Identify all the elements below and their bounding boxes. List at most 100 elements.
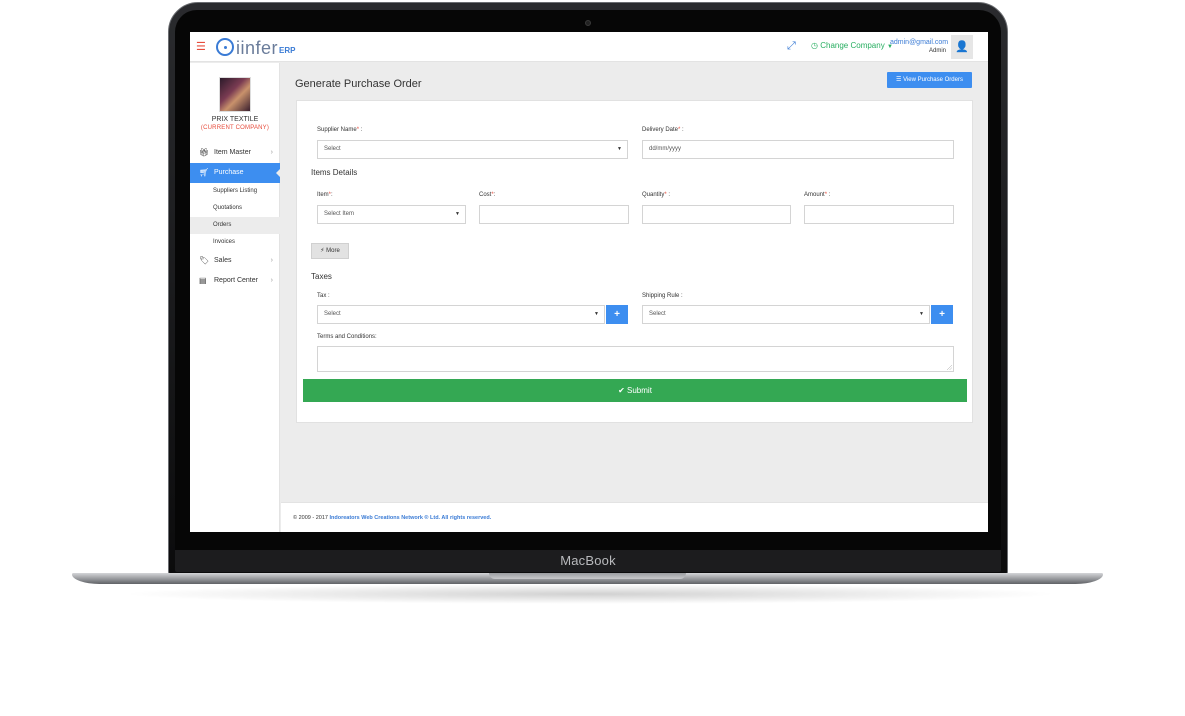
terms-textarea[interactable] (317, 346, 954, 372)
item-text: Item (317, 192, 329, 198)
user-info[interactable]: admin@gmail.com Admin (890, 38, 949, 55)
page-title: Generate Purchase Order (295, 78, 422, 90)
add-tax-button[interactable]: + (606, 305, 628, 324)
delivery-date-label: Delivery Date* : (642, 127, 684, 133)
items-details-heading: Items Details (311, 168, 358, 177)
shipping-rule-select[interactable]: Select ▼ (642, 305, 930, 324)
taxes-heading: Taxes (311, 272, 332, 281)
company-avatar (219, 77, 251, 112)
menu-icon[interactable]: ☰ (196, 41, 206, 53)
more-label: More (326, 248, 340, 254)
purchase-order-form: Supplier Name* : Select ▼ Delivery Date*… (296, 100, 973, 423)
caret-down-icon: ▼ (617, 146, 622, 152)
caret-down-icon: ▼ (594, 311, 599, 317)
user-email: admin@gmail.com (890, 39, 949, 46)
top-bar: ☰ iinfer ERP ⤢ ◷ Change Company ▼ admin@… (190, 32, 988, 62)
logo-text: iinfer (236, 38, 279, 58)
footer: © 2009 - 2017 Indoreators Web Creations … (281, 502, 988, 532)
required-marker: * (328, 192, 332, 198)
check-icon: ✔ (618, 386, 625, 395)
fullscreen-icon[interactable]: ⤢ (787, 40, 796, 53)
tax-value: Select (324, 311, 341, 317)
quantity-label: Quantity* : (642, 192, 671, 198)
supplier-name-select[interactable]: Select ▼ (317, 140, 628, 159)
delivery-date-input[interactable]: dd/mm/yyyy (642, 140, 954, 159)
logo-mark (216, 38, 234, 56)
more-button[interactable]: ⚡︎ More (311, 243, 349, 259)
quantity-text: Quantity (642, 192, 665, 198)
sidebar-item-label: Purchase (214, 169, 244, 176)
sidebar-subitem-suppliers-listing[interactable]: Suppliers Listing (190, 183, 280, 200)
supplier-name-value: Select (324, 146, 341, 152)
required-marker: * (356, 127, 360, 133)
cost-input[interactable] (479, 205, 629, 224)
app-logo[interactable]: iinfer ERP (216, 35, 295, 59)
laptop-notch (489, 573, 686, 579)
sidebar-item-label: Report Center (214, 277, 258, 284)
amount-label: Amount* : (804, 192, 831, 198)
caret-down-icon: ▼ (919, 311, 924, 317)
cost-label: Cost*: (479, 192, 496, 198)
footer-copyright: © 2009 - 2017 (293, 515, 328, 521)
sidebar-nav: 🎁︎ Item Master › 🛒︎ Purchase Suppliers L… (190, 143, 281, 291)
bar-chart-icon: ▤ (199, 276, 207, 285)
caret-down-icon: ▼ (455, 211, 460, 217)
gift-icon: 🎁︎ (199, 148, 210, 157)
shipping-rule-value: Select (649, 311, 666, 317)
logo-suffix: ERP (279, 46, 296, 55)
item-select[interactable]: Select Item ▼ (317, 205, 466, 224)
footer-company-link[interactable]: Indoreators Web Creations Network ® Ltd.… (329, 515, 491, 521)
submit-label: Submit (627, 386, 652, 395)
change-company-label: Change Company (820, 41, 885, 50)
company-status: (CURRENT COMPANY) (200, 125, 270, 131)
supplier-name-label: Supplier Name* : (317, 127, 363, 133)
quantity-input[interactable] (642, 205, 791, 224)
tax-select[interactable]: Select ▼ (317, 305, 605, 324)
amount-input[interactable] (804, 205, 954, 224)
cart-icon: 🛒︎ (199, 168, 210, 177)
chevron-right-icon: › (270, 257, 273, 264)
laptop-mockup: MacBook ☰ iinfer ERP ⤢ ◷ Change Company … (0, 0, 1185, 716)
sidebar-subitem-quotations[interactable]: Quotations (190, 200, 280, 217)
user-role: Admin (928, 48, 946, 54)
device-brand: MacBook (560, 553, 616, 568)
terms-label: Terms and Conditions: (317, 334, 377, 340)
user-icon[interactable]: 👤 (951, 35, 973, 59)
sidebar-subitem-orders[interactable]: Orders (190, 217, 280, 234)
clock-icon: ◷ (811, 41, 818, 50)
tag-icon: 🏷︎ (199, 256, 210, 265)
required-marker: * (678, 127, 681, 133)
add-shipping-rule-button[interactable]: + (931, 305, 953, 324)
laptop-shadow (120, 584, 1060, 604)
sidebar-subitem-invoices[interactable]: Invoices (190, 234, 280, 251)
required-marker: * (824, 192, 828, 198)
camera-icon (585, 20, 591, 26)
sidebar-item-report-center[interactable]: ▤ Report Center › (190, 271, 280, 291)
main-content: Generate Purchase Order ☰ View Purchase … (281, 63, 988, 502)
submit-button[interactable]: ✔ Submit (303, 379, 967, 402)
change-company-dropdown[interactable]: ◷ Change Company ▼ (811, 41, 893, 50)
sidebar-item-purchase[interactable]: 🛒︎ Purchase (190, 163, 281, 183)
tax-label: Tax : (317, 293, 330, 299)
sidebar-item-item-master[interactable]: 🎁︎ Item Master › (190, 143, 280, 163)
delivery-date-text: Delivery Date (642, 127, 679, 133)
amount-text: Amount (804, 192, 825, 198)
chevron-right-icon: › (270, 277, 273, 284)
sidebar: PRIX TEXTILE (CURRENT COMPANY) 🎁︎ Item M… (190, 63, 281, 532)
view-purchase-orders-button[interactable]: ☰ View Purchase Orders (887, 72, 972, 88)
sidebar-item-label: Item Master (214, 149, 251, 156)
screen: ☰ iinfer ERP ⤢ ◷ Change Company ▼ admin@… (190, 32, 988, 532)
supplier-name-text: Supplier Name (317, 127, 357, 133)
item-label: Item*: (317, 192, 333, 198)
company-name: PRIX TEXTILE (211, 116, 259, 123)
sidebar-item-sales[interactable]: 🏷︎ Sales › (190, 251, 280, 271)
cost-text: Cost (479, 192, 492, 198)
sidebar-item-label: Sales (214, 257, 232, 264)
list-icon: ☰ (896, 77, 902, 83)
required-marker: * (664, 192, 667, 198)
required-marker: * (491, 192, 494, 198)
shipping-rule-label: Shipping Rule : (642, 293, 683, 299)
view-purchase-orders-label: View Purchase Orders (903, 77, 963, 83)
item-value: Select Item (324, 211, 355, 217)
chevron-right-icon: › (270, 149, 273, 156)
